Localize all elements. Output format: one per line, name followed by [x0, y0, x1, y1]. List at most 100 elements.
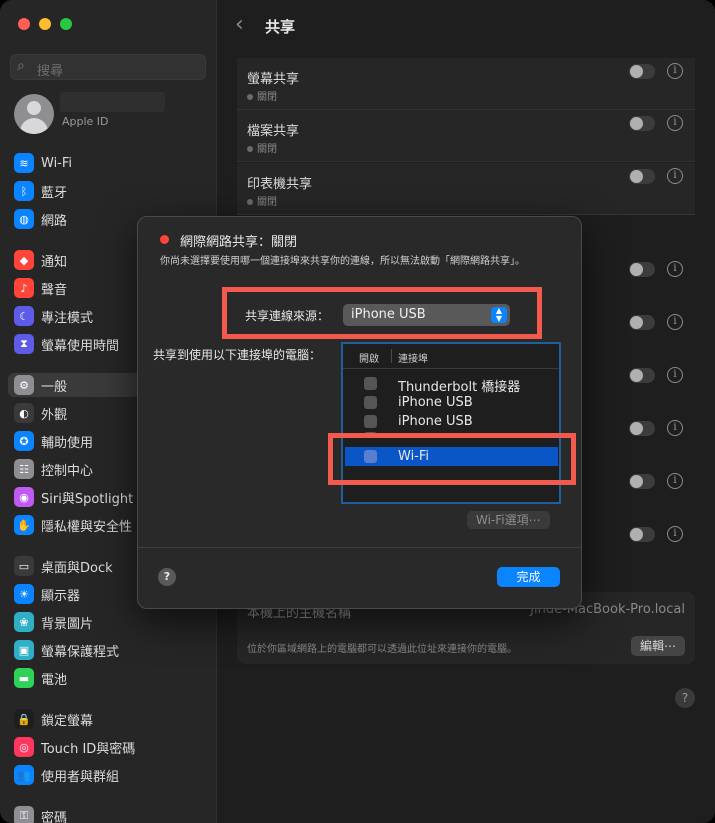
sidebar-item-screensaver[interactable]: ▣ 螢幕保護程式: [14, 638, 204, 662]
column-header-on: 開啟: [359, 354, 379, 365]
sidebar-item-label: 螢幕使用時間: [41, 338, 120, 354]
column-header-port: 連接埠: [398, 354, 428, 365]
service-toggle[interactable]: [629, 421, 655, 436]
avatar: [14, 94, 54, 134]
ports-label: 共享到使用以下連接埠的電腦：: [153, 348, 322, 362]
service-toggle[interactable]: [629, 169, 655, 184]
search-icon: ⌕: [17, 58, 25, 74]
hostname-description: 位於你區域網路上的電腦都可以透過此位址來連接你的電腦。: [247, 644, 517, 655]
info-icon[interactable]: i: [667, 168, 683, 184]
bluetooth-icon: ᛒ: [14, 181, 34, 201]
sidebar-item-lock-screen[interactable]: 🔒 鎖定螢幕: [14, 707, 204, 731]
service-status: 關閉: [247, 193, 277, 208]
sidebar-item-wallpaper[interactable]: ❀ 背景圖片: [14, 610, 204, 634]
service-name: 印表機共享: [247, 177, 313, 192]
info-icon[interactable]: i: [667, 314, 683, 330]
help-button[interactable]: ?: [158, 568, 176, 586]
sidebar-item-label: 通知: [41, 254, 68, 270]
service-toggle[interactable]: [629, 368, 655, 383]
sidebar-item-label: 密碼: [41, 810, 68, 823]
info-icon[interactable]: i: [667, 420, 683, 436]
sound-icon: ♪: [14, 278, 34, 298]
passwords-icon: ⚿: [14, 806, 34, 823]
sidebar-item-label: 輔助使用: [41, 435, 94, 451]
sidebar-item-label: 控制中心: [41, 463, 94, 479]
apple-id-account[interactable]: Apple ID: [14, 92, 204, 136]
highlight-box-wifi: [328, 433, 576, 485]
service-toggle[interactable]: [629, 116, 655, 131]
service-toggle[interactable]: [629, 527, 655, 542]
service-toggle[interactable]: [629, 474, 655, 489]
port-checkbox[interactable]: [364, 377, 377, 390]
wifi-icon: ≋: [14, 153, 34, 173]
privacy-hand-icon: ✋: [14, 515, 34, 535]
sidebar-item-touch-id[interactable]: ◎ Touch ID與密碼: [14, 735, 204, 759]
info-icon[interactable]: i: [667, 63, 683, 79]
info-icon[interactable]: i: [667, 115, 683, 131]
sidebar-item-label: Touch ID與密碼: [41, 741, 136, 757]
service-toggle[interactable]: [629, 64, 655, 79]
sidebar-item-label: 螢幕保護程式: [41, 644, 120, 660]
service-status: 關閉: [247, 88, 277, 103]
service-name: 螢幕共享: [247, 72, 300, 87]
sidebar-item-label: 網路: [41, 213, 68, 229]
info-icon[interactable]: i: [667, 473, 683, 489]
port-name: iPhone USB: [398, 395, 473, 410]
sidebar-item-label: 鎖定螢幕: [41, 713, 94, 729]
service-toggle[interactable]: [629, 315, 655, 330]
minimize-window-button[interactable]: [39, 18, 51, 30]
general-icon: ⚙: [14, 375, 34, 395]
info-icon[interactable]: i: [667, 261, 683, 277]
settings-window: ⌕ 搜尋 Apple ID ≋ Wi-Fi ᛒ 藍牙 ◍ 網路 ◆ 通知 ♪ 聲音 ☾ 專注模式 ⧗ 螢幕…: [0, 0, 715, 823]
ports-table-header: 開啟 連接埠: [343, 344, 559, 369]
sidebar-item-label: 外觀: [41, 407, 68, 423]
desktop-dock-icon: ▭: [14, 556, 34, 576]
sidebar-item-label: 背景圖片: [41, 616, 94, 632]
highlight-box-source: [222, 287, 542, 339]
edit-hostname-button[interactable]: 編輯⋯: [630, 636, 685, 656]
siri-icon: ◉: [14, 487, 34, 507]
done-button[interactable]: 完成: [497, 567, 560, 587]
port-row[interactable]: iPhone USB: [345, 412, 558, 431]
screen-time-icon: ⧗: [14, 334, 34, 354]
sidebar-item-bluetooth[interactable]: ᛒ 藍牙: [14, 179, 204, 203]
status-off-dot-icon: [160, 235, 169, 244]
notification-icon: ◆: [14, 250, 34, 270]
network-icon: ◍: [14, 209, 34, 229]
zoom-window-button[interactable]: [60, 18, 72, 30]
help-button-main[interactable]: ?: [675, 688, 695, 708]
sharing-service-row: 螢幕共享 關閉 i: [237, 58, 695, 110]
window-controls: [18, 18, 72, 30]
sidebar-item-label: 顯示器: [41, 588, 81, 604]
service-status: 關閉: [247, 140, 277, 155]
service-toggle[interactable]: [629, 262, 655, 277]
sidebar-item-label: 電池: [41, 672, 68, 688]
sidebar-item-label: 聲音: [41, 282, 68, 298]
sidebar-item-passwords[interactable]: ⚿ 密碼: [14, 804, 204, 823]
sidebar-item-battery[interactable]: ▬ 電池: [14, 666, 204, 690]
info-icon[interactable]: i: [667, 526, 683, 542]
port-checkbox[interactable]: [364, 396, 377, 409]
info-icon[interactable]: i: [667, 367, 683, 383]
page-title: 共享: [265, 18, 296, 36]
wallpaper-icon: ❀: [14, 612, 34, 632]
sidebar-item-label: 隱私權與安全性: [41, 519, 133, 535]
back-chevron-icon[interactable]: ‹: [235, 12, 244, 37]
appearance-icon: ◐: [14, 403, 34, 423]
wifi-options-button[interactable]: Wi-Fi選項⋯: [467, 511, 550, 529]
port-row[interactable]: iPhone USB: [345, 393, 558, 412]
search-field[interactable]: ⌕ 搜尋: [10, 54, 206, 80]
sidebar-item-label: 一般: [41, 379, 68, 395]
dialog-description: 你尚未選擇要使用哪一個連接埠來共享你的連線，所以無法啟動「網際網路共享」。: [160, 256, 525, 267]
dialog-title: 網際網路共享：關閉: [180, 235, 298, 250]
touch-id-icon: ◎: [14, 737, 34, 757]
toolbar: ‹ 共享: [217, 0, 715, 52]
port-checkbox[interactable]: [364, 415, 377, 428]
sidebar-item-users-groups[interactable]: 👥 使用者與群組: [14, 763, 204, 787]
sidebar-item-wifi[interactable]: ≋ Wi-Fi: [14, 151, 204, 175]
close-window-button[interactable]: [18, 18, 30, 30]
lock-screen-icon: 🔒: [14, 709, 34, 729]
sidebar-item-label: 桌面與Dock: [41, 560, 113, 576]
sidebar-item-label: 專注模式: [41, 310, 94, 326]
port-row[interactable]: Thunderbolt 橋接器: [345, 374, 558, 395]
